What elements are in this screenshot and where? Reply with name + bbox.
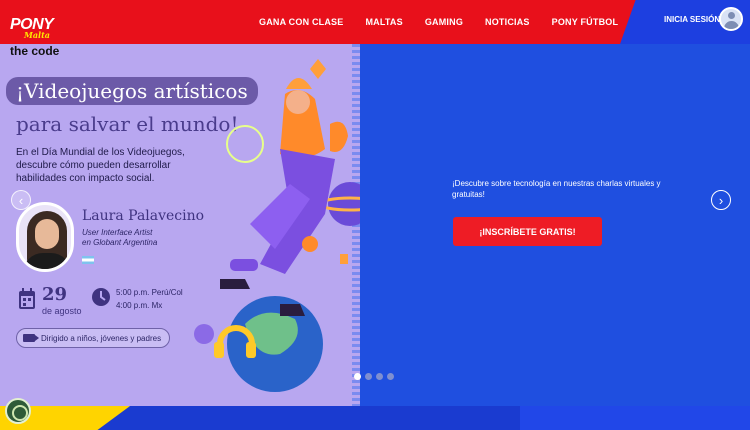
pony-logo[interactable]: PONY Malta [6,4,54,40]
audience-tag: Dirigido a niños, jóvenes y padres [16,328,171,348]
register-free-button[interactable]: ¡INSCRÍBETE GRATIS! [453,217,602,246]
nav-gaming[interactable]: GAMING [414,17,474,27]
promo-text: ¡Descubre sobre tecnología en nuestras c… [452,179,661,199]
brand-the-code: the code [10,44,60,58]
gamer-illustration [194,59,365,392]
footer-strip [0,406,750,430]
speaker-role-title: User Interface Artist [82,228,153,237]
cookie-settings-icon[interactable] [5,398,31,424]
slider-dot-3[interactable] [376,373,383,380]
site-header: PONY Malta GANA CON CLASE MALTAS GAMING … [0,0,750,44]
user-icon[interactable] [719,7,743,31]
event-day: 29 [42,284,68,305]
logo-sub: Malta [24,30,50,40]
chevron-right-icon: › [718,192,724,208]
speaker-photo [16,202,74,272]
login-link[interactable]: INICIA SESIÓN [664,15,720,24]
nav-maltas[interactable]: MALTAS [354,17,413,27]
nav-gana-con-clase[interactable]: GANA CON CLASE [248,17,354,27]
speaker-name: Laura Palavecino [82,208,205,224]
main-nav: GANA CON CLASE MALTAS GAMING NOTICIAS PO… [248,0,629,44]
slider-dot-1[interactable] [354,373,361,380]
event-time-peru-col: 5:00 p.m. Perú/Col [116,288,183,297]
slider-prev-button[interactable]: ‹ [11,190,31,210]
nav-noticias[interactable]: NOTICIAS [474,17,541,27]
banner-description: En el Día Mundial de los Videojuegos, de… [16,147,185,184]
calendar-icon [19,288,35,309]
event-time-mx: 4:00 p.m. Mx [116,301,163,310]
argentina-flag-icon [82,256,94,264]
slider-dots [354,373,394,380]
speaker-role: User Interface Artist en Globant Argenti… [82,228,182,248]
nav-pony-futbol[interactable]: PONY FÚTBOL [541,17,630,27]
event-month: de agosto [42,306,82,316]
footer-blue-accent [520,406,750,430]
speaker-role-company: en Globant Argentina [82,238,158,247]
slider-dot-4[interactable] [387,373,394,380]
slider-dot-2[interactable] [365,373,372,380]
chevron-left-icon: ‹ [18,192,24,208]
clock-icon [92,288,110,306]
audience-text: Dirigido a niños, jóvenes y padres [41,333,162,343]
slider-next-button[interactable]: › [711,190,731,210]
video-camera-icon [23,334,39,342]
